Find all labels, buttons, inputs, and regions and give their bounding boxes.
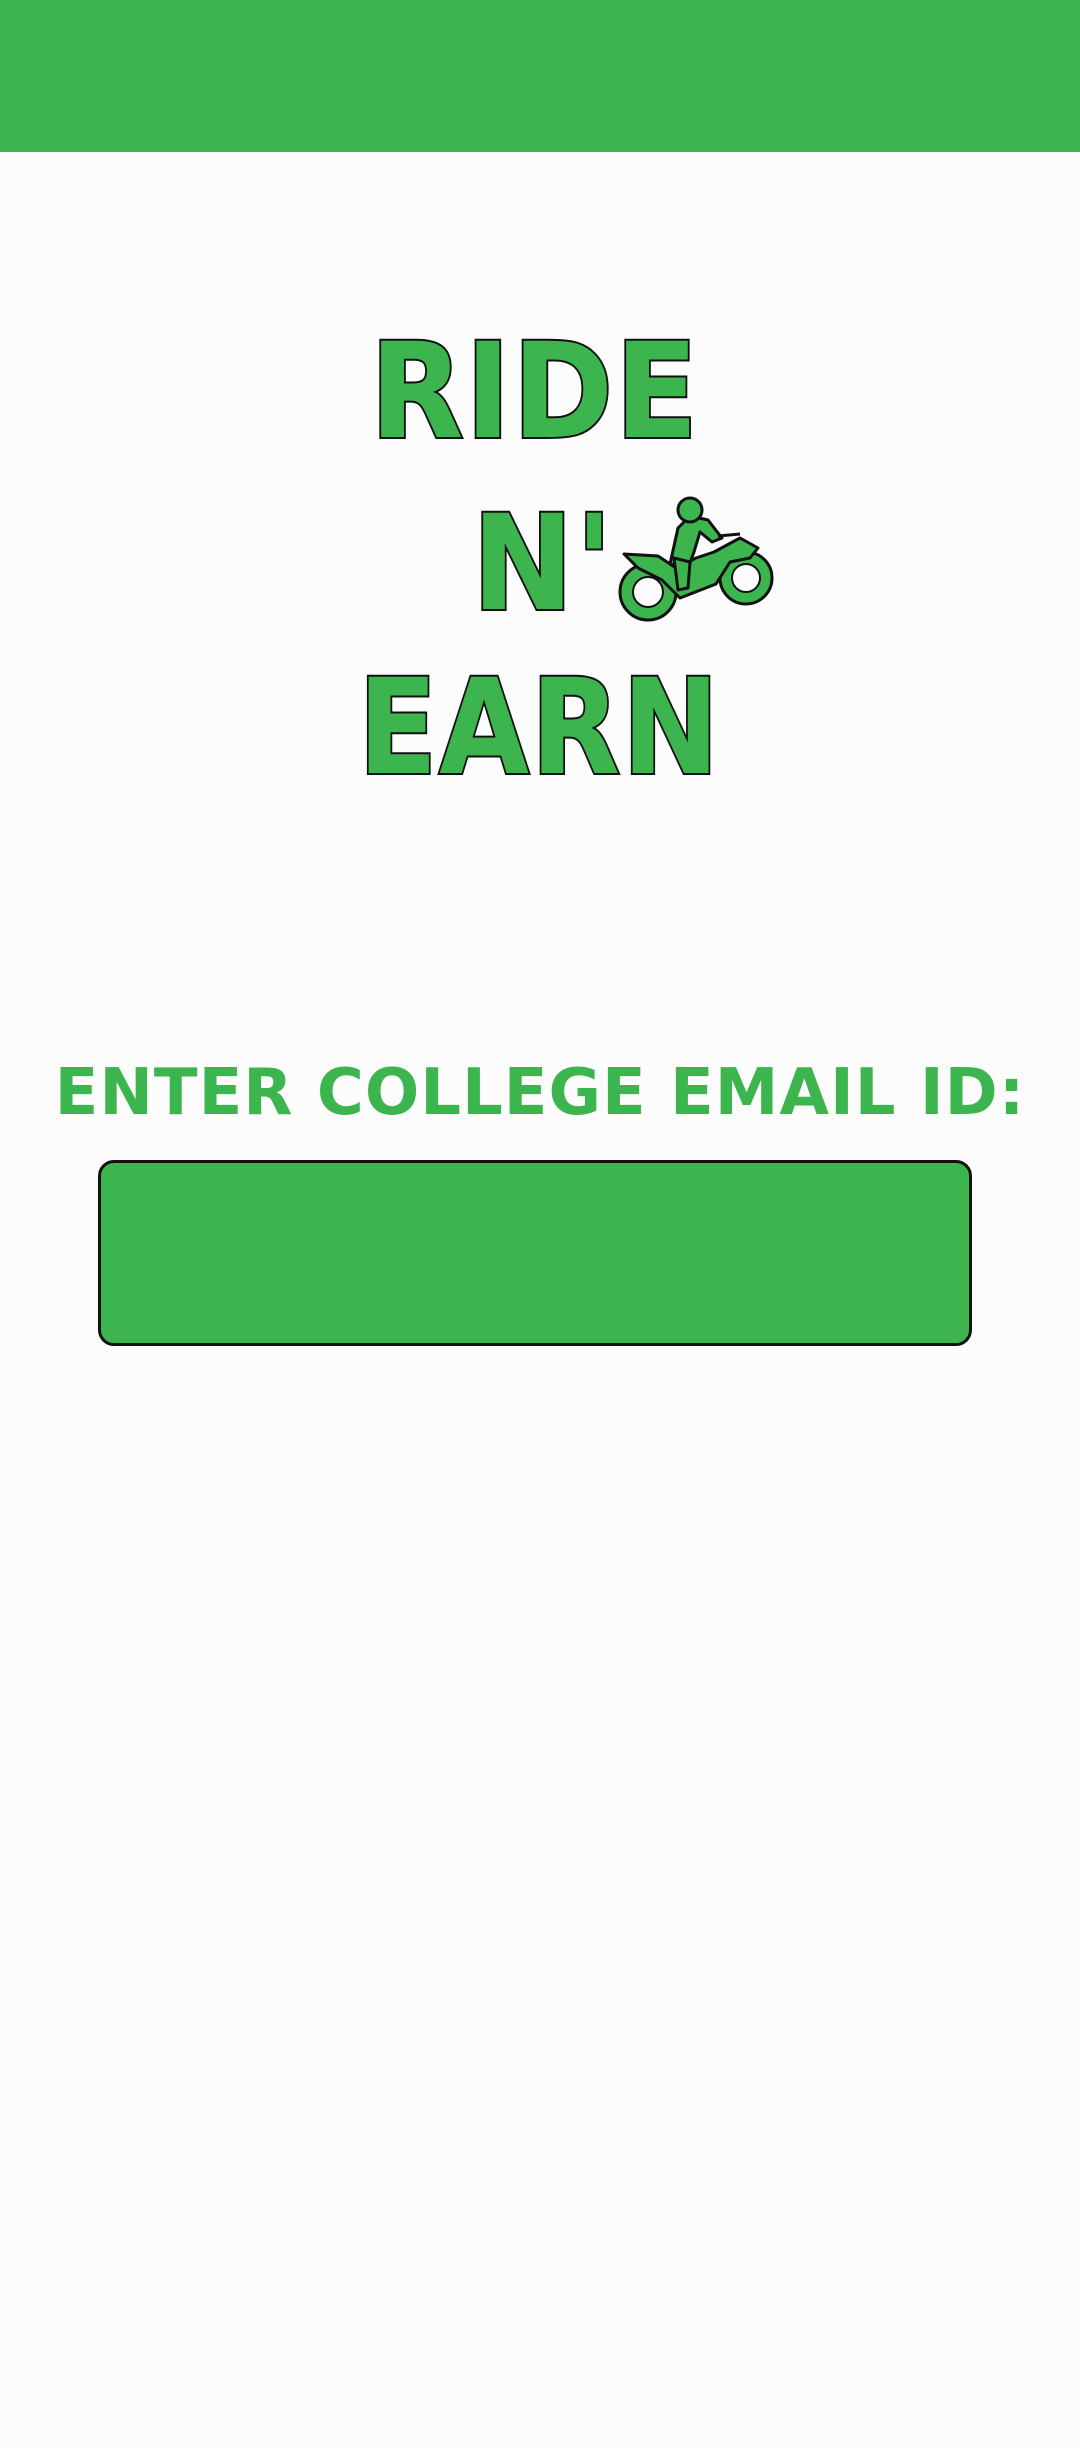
logo-word-n: N'	[470, 487, 615, 641]
motorcycle-rider-icon	[618, 496, 774, 622]
email-input[interactable]	[98, 1160, 972, 1346]
logo-word-ride: RIDE	[368, 315, 700, 469]
email-label: ENTER COLLEGE EMAIL ID:	[54, 1056, 1026, 1130]
top-app-bar	[0, 0, 1080, 152]
logo-word-earn: EARN	[356, 651, 721, 805]
app-logo: RIDE N' EARN	[340, 320, 800, 810]
